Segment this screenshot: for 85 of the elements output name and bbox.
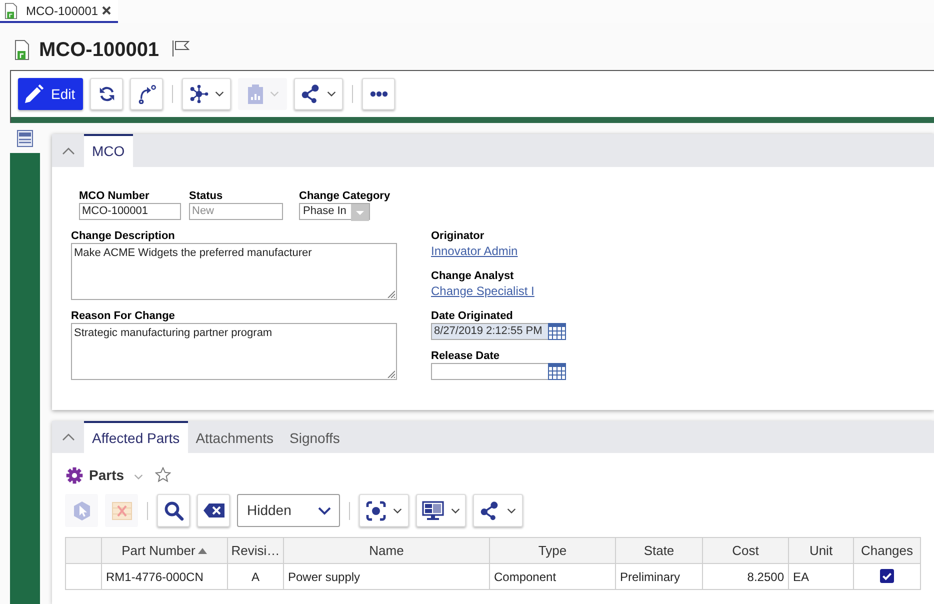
user-link[interactable]: Innovator Admin xyxy=(431,244,566,258)
chevron-down-icon xyxy=(318,506,331,514)
column-header[interactable]: Cost xyxy=(702,538,788,564)
document-icon xyxy=(15,40,29,60)
panel-tab[interactable]: Signoffs xyxy=(282,421,348,453)
panel-tab[interactable]: Attachments xyxy=(188,421,282,453)
column-header[interactable]: Changes xyxy=(854,538,920,564)
filter-dropdown[interactable]: Hidden xyxy=(237,494,340,527)
text-field[interactable]: MCO-100001 xyxy=(79,203,181,220)
network-menu-button[interactable] xyxy=(182,78,232,110)
network-icon xyxy=(189,84,210,104)
document-tab[interactable]: MCO-100001 xyxy=(0,0,118,23)
table-cell: EA xyxy=(788,564,854,590)
checkbox[interactable] xyxy=(880,569,894,584)
edit-button[interactable]: Edit xyxy=(18,78,84,110)
caret-down-icon xyxy=(507,508,516,514)
column-header[interactable]: Name xyxy=(284,538,490,564)
caret-down-icon xyxy=(327,91,336,97)
column-header[interactable]: Type xyxy=(490,538,616,564)
share-menu-button[interactable] xyxy=(473,494,523,527)
backspace-icon xyxy=(202,503,224,518)
caret-down-icon xyxy=(393,508,402,514)
panel-tab[interactable]: MCO xyxy=(84,134,133,167)
user-link[interactable]: Change Specialist I xyxy=(431,284,566,298)
panel-tab[interactable]: Affected Parts xyxy=(84,421,188,453)
field-label: MCO Number xyxy=(79,189,150,203)
cursor-hexagon-icon xyxy=(72,500,90,520)
form-view-icon[interactable] xyxy=(17,130,33,147)
view-menu-button[interactable] xyxy=(359,494,409,527)
caret-down-icon xyxy=(215,91,224,97)
workflow-button[interactable] xyxy=(130,78,164,110)
share-icon xyxy=(301,84,322,104)
column-header[interactable]: Part Number xyxy=(102,538,228,564)
field-label: Status xyxy=(189,189,224,203)
more-icon xyxy=(370,91,388,97)
field-label: Originator xyxy=(431,229,486,243)
monitor-layout-icon xyxy=(422,500,444,520)
field-label: Change Category xyxy=(299,189,390,203)
star-icon[interactable] xyxy=(155,467,172,483)
focus-frame-icon xyxy=(366,500,386,520)
delete-row-icon xyxy=(112,502,132,520)
table-cell: Preliminary xyxy=(616,564,702,590)
close-icon[interactable] xyxy=(102,6,111,15)
flag-icon[interactable] xyxy=(172,40,190,56)
pencil-icon xyxy=(24,84,44,104)
more-button[interactable] xyxy=(362,78,396,110)
field-label: Change Description xyxy=(71,229,176,243)
clear-button[interactable] xyxy=(197,494,230,527)
caret-down-icon xyxy=(270,91,279,97)
column-header[interactable]: State xyxy=(616,538,702,564)
page-title: MCO-100001 xyxy=(39,38,160,62)
field-label: Release Date xyxy=(431,349,500,363)
document-icon xyxy=(5,2,17,18)
curved-arrow-icon xyxy=(138,84,156,104)
text-area[interactable]: Make ACME Widgets the preferred manufacturer xyxy=(71,243,397,300)
column-header[interactable]: Revisi… xyxy=(228,538,284,564)
calendar-icon[interactable] xyxy=(548,363,566,380)
chevron-up-icon[interactable] xyxy=(62,433,74,441)
column-header[interactable]: Unit xyxy=(788,538,854,564)
layout-menu-button[interactable] xyxy=(416,494,466,527)
table-cell: Component xyxy=(490,564,616,590)
share-icon xyxy=(480,500,500,520)
refresh-icon xyxy=(98,85,116,103)
table-cell: RM1-4776-000CN xyxy=(102,564,228,590)
chevron-up-icon[interactable] xyxy=(62,146,74,154)
resize-grip-icon[interactable] xyxy=(387,370,395,378)
dropdown-field[interactable]: Phase In xyxy=(299,203,370,220)
caret-down-icon xyxy=(451,508,460,514)
share-menu-button[interactable] xyxy=(294,78,344,110)
search-button[interactable] xyxy=(157,494,190,527)
search-icon xyxy=(164,500,184,520)
text-area[interactable]: Strategic manufacturing partner program xyxy=(71,323,397,380)
field-label: Change Analyst xyxy=(431,269,515,283)
gear-icon xyxy=(66,466,83,484)
field-label: Reason For Change xyxy=(71,309,176,323)
resize-grip-icon[interactable] xyxy=(387,290,395,298)
sort-ascending-icon[interactable] xyxy=(198,548,208,554)
table-cell: Power supply xyxy=(284,564,490,590)
table-cell: A xyxy=(228,564,284,590)
refresh-button[interactable] xyxy=(90,78,124,110)
date-field[interactable] xyxy=(431,363,566,380)
clipboard-chart-icon xyxy=(246,84,264,104)
table-cell: 8.2500 xyxy=(702,564,788,590)
field-label: Date Originated xyxy=(431,309,514,323)
grid-title: Parts xyxy=(89,466,124,484)
